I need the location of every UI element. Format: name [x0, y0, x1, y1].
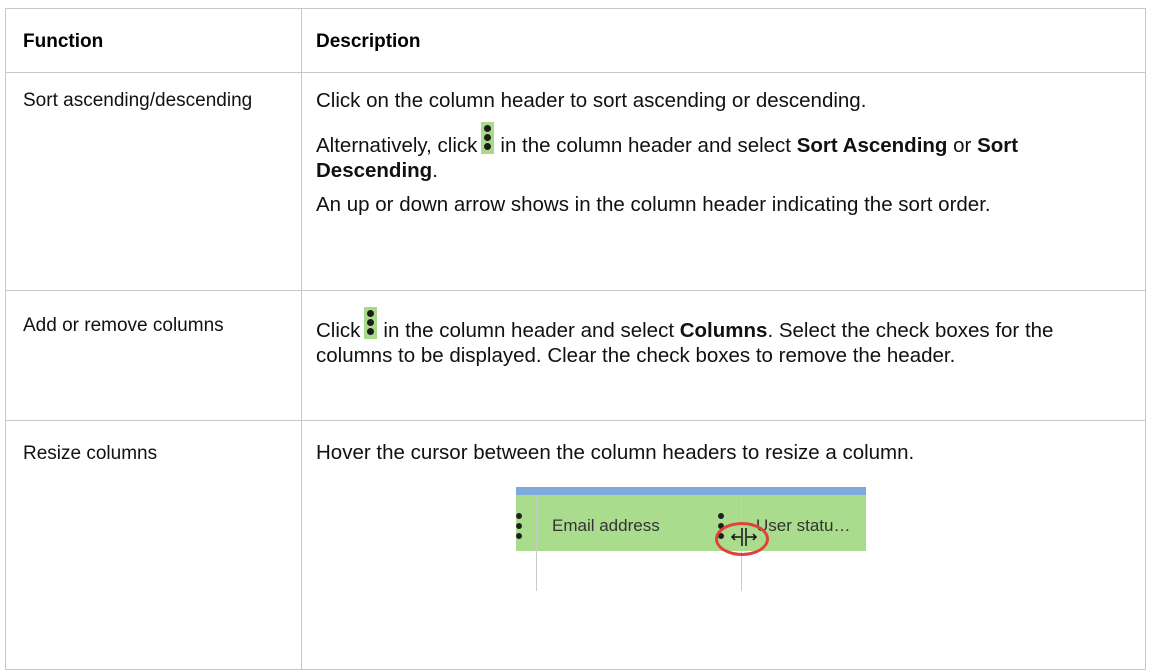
email-address-header: Email address: [552, 516, 660, 535]
table-row: Resize columns Hover the cursor between …: [5, 420, 1146, 670]
columns-text-select: in the column header and select: [383, 319, 675, 342]
sort-text-alt: Alternatively, click: [316, 134, 478, 157]
function-column-header: Function: [5, 8, 302, 73]
sort-ascending-label: Sort Ascending: [796, 134, 948, 157]
description-column-header: Description: [301, 8, 1146, 73]
table-row: Sort ascending/descending Click on the c…: [5, 72, 1146, 291]
sort-text-select: in the column header and select: [500, 134, 791, 157]
function-cell-resize: Resize columns: [5, 420, 302, 670]
resize-paragraph: Hover the cursor between the column head…: [316, 441, 915, 464]
kebab-menu-icon: [516, 513, 522, 539]
sort-paragraph-3: An up or down arrow shows in the column …: [316, 193, 991, 216]
columns-label: Columns: [679, 319, 768, 342]
function-cell-columns: Add or remove columns: [5, 290, 302, 421]
sort-paragraph-2: Alternatively, click in the column header…: [316, 122, 1123, 183]
columns-text-click: Click: [316, 319, 361, 342]
kebab-menu-icon: [364, 307, 378, 339]
table-row: Add or remove columns Click in the column…: [5, 290, 1146, 421]
columns-paragraph: Click in the column header and select Col…: [316, 307, 1123, 368]
sort-paragraph-1: Click on the column header to sort ascen…: [316, 89, 867, 112]
user-status-header: User statu…: [756, 516, 851, 535]
sort-text-period: .: [432, 159, 438, 182]
function-cell-sort: Sort ascending/descending: [5, 72, 302, 291]
illustration-body: [516, 551, 866, 591]
resize-illustration: Email address User statu…: [516, 487, 866, 607]
function-description-table: Function Description Sort ascending/desc…: [5, 8, 1146, 670]
description-cell-sort: Click on the column header to sort ascen…: [301, 72, 1146, 291]
table-header-row: Function Description: [5, 8, 1146, 73]
red-circle-highlight: [715, 522, 769, 556]
sort-text-or: or: [953, 134, 972, 157]
description-cell-resize: Hover the cursor between the column head…: [301, 420, 1146, 670]
column-divider: [536, 495, 537, 591]
description-cell-columns: Click in the column header and select Col…: [301, 290, 1146, 421]
kebab-menu-icon: [481, 122, 495, 154]
illustration-top-bar: [516, 487, 866, 495]
